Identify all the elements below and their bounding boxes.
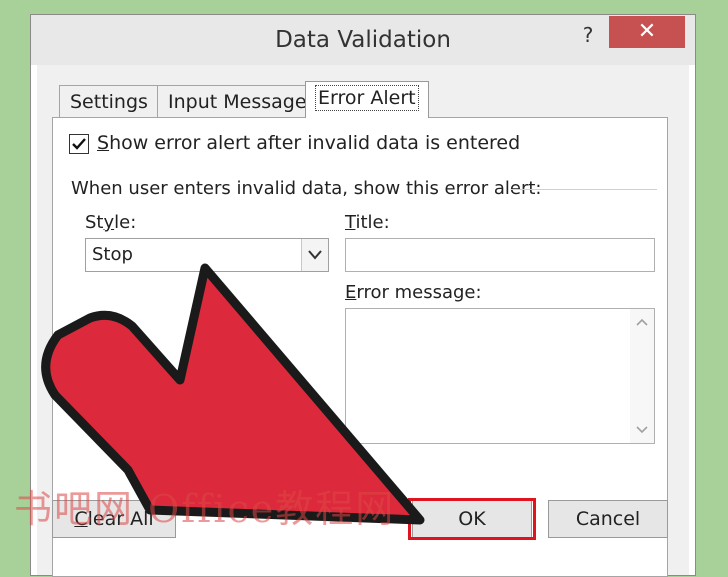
watermark: 书吧网 Office教程网: [14, 487, 396, 531]
tab-error-alert-label: Error Alert: [315, 85, 419, 111]
tab-error-alert[interactable]: Error Alert: [305, 81, 429, 118]
